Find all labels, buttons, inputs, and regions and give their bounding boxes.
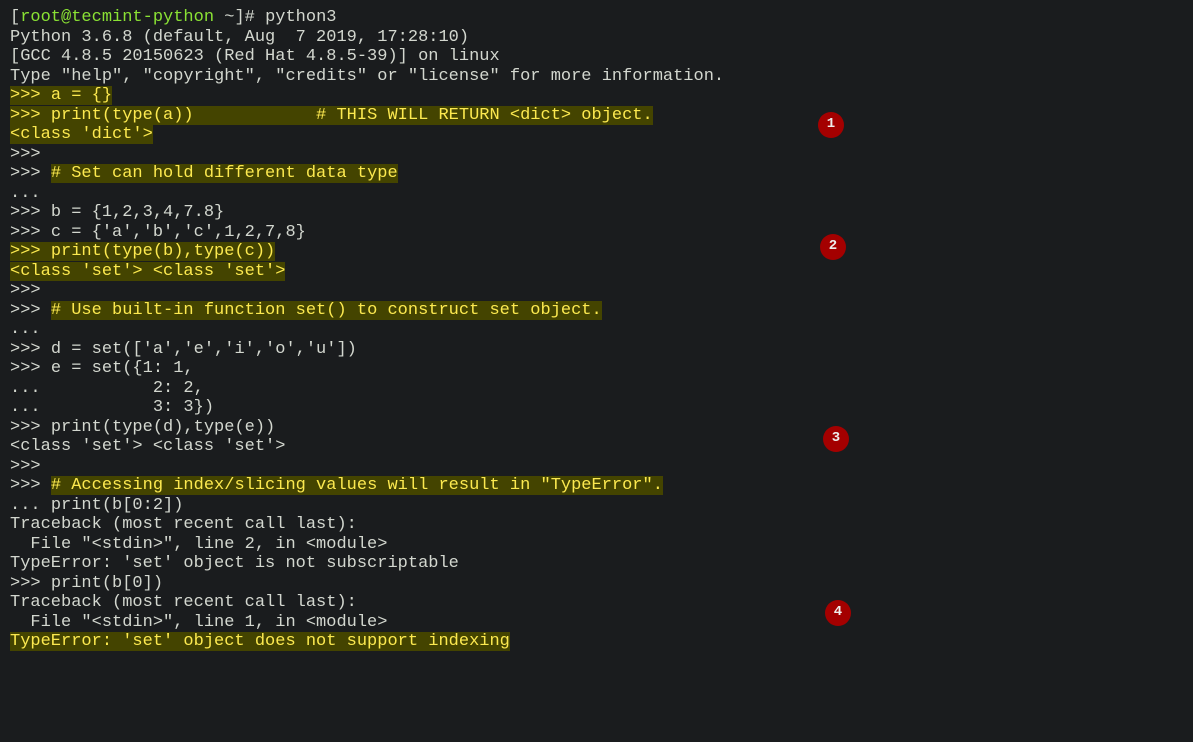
- repl-prompt-cont: ...: [10, 496, 51, 515]
- repl-comment: # Set can hold different data type: [51, 164, 398, 183]
- terminal-line: Type "help", "copyright", "credits" or "…: [10, 67, 1183, 87]
- repl-code: a = {}: [51, 86, 112, 105]
- repl-prompt: >>>: [10, 164, 51, 183]
- annotation-badge-3: 3: [823, 426, 849, 452]
- repl-code: c = {'a','b','c',1,2,7,8}: [51, 223, 306, 242]
- annotation-badge-1: 1: [818, 112, 844, 138]
- repl-code: e = set({1: 1,: [51, 359, 194, 378]
- terminal-line: <class 'dict'>: [10, 125, 1183, 145]
- repl-prompt-cont: ...: [10, 379, 51, 398]
- repl-output: <class 'set'> <class 'set'>: [10, 262, 285, 281]
- repl-error: TypeError: 'set' object does not support…: [10, 632, 510, 651]
- repl-code: b = {1,2,3,4,7.8}: [51, 203, 224, 222]
- terminal-line: <class 'set'> <class 'set'>: [10, 437, 1183, 457]
- repl-comment: # THIS WILL RETURN <dict> object.: [194, 106, 653, 125]
- terminal-line: >>> a = {}: [10, 86, 1183, 106]
- repl-code: 2: 2,: [51, 379, 204, 398]
- terminal-line-prompt: [root@tecmint-python ~]# python3: [10, 8, 1183, 28]
- annotation-badge-4: 4: [825, 600, 851, 626]
- repl-comment: # Use built-in function set() to constru…: [51, 301, 602, 320]
- terminal-line: >>>: [10, 145, 1183, 165]
- repl-prompt: >>>: [10, 301, 51, 320]
- terminal-line: >>>: [10, 281, 1183, 301]
- repl-code: print(b[0]): [51, 574, 163, 593]
- repl-code: 3: 3}): [51, 398, 214, 417]
- repl-prompt: >>>: [10, 203, 51, 222]
- repl-prompt: >>>: [10, 86, 51, 105]
- prompt-path: ~: [224, 8, 234, 27]
- repl-prompt-cont: ...: [10, 398, 51, 417]
- terminal-line: >>> print(type(d),type(e)): [10, 418, 1183, 438]
- terminal-line: Python 3.6.8 (default, Aug 7 2019, 17:28…: [10, 28, 1183, 48]
- prompt-user: root@tecmint-python: [20, 8, 214, 27]
- terminal-line: >>> d = set(['a','e','i','o','u']): [10, 340, 1183, 360]
- terminal-line: TypeError: 'set' object is not subscript…: [10, 554, 1183, 574]
- terminal-line: [GCC 4.8.5 20150623 (Red Hat 4.8.5-39)] …: [10, 47, 1183, 67]
- repl-prompt: >>>: [10, 359, 51, 378]
- terminal-line: >>> e = set({1: 1,: [10, 359, 1183, 379]
- repl-code: print(type(a)): [51, 106, 194, 125]
- terminal-line: TypeError: 'set' object does not support…: [10, 632, 1183, 652]
- annotation-badge-2: 2: [820, 234, 846, 260]
- terminal-line: File "<stdin>", line 2, in <module>: [10, 535, 1183, 555]
- terminal-line: File "<stdin>", line 1, in <module>: [10, 613, 1183, 633]
- terminal-line: >>>: [10, 457, 1183, 477]
- terminal-line: ... 2: 2,: [10, 379, 1183, 399]
- terminal-line: Traceback (most recent call last):: [10, 515, 1183, 535]
- terminal-line: ...: [10, 320, 1183, 340]
- terminal-line: >>> # Use built-in function set() to con…: [10, 301, 1183, 321]
- terminal-line: >>> b = {1,2,3,4,7.8}: [10, 203, 1183, 223]
- terminal-line: >>> # Accessing index/slicing values wil…: [10, 476, 1183, 496]
- repl-code: d = set(['a','e','i','o','u']): [51, 340, 357, 359]
- prompt-suffix: ]#: [234, 8, 265, 27]
- terminal-line: ...: [10, 184, 1183, 204]
- repl-prompt: >>>: [10, 242, 51, 261]
- repl-prompt: >>>: [10, 476, 51, 495]
- terminal-line: ... 3: 3}): [10, 398, 1183, 418]
- repl-prompt: >>>: [10, 418, 51, 437]
- terminal-line: >>> print(type(b),type(c)): [10, 242, 1183, 262]
- repl-prompt: >>>: [10, 223, 51, 242]
- terminal-line: ... print(b[0:2]): [10, 496, 1183, 516]
- terminal-line: <class 'set'> <class 'set'>: [10, 262, 1183, 282]
- repl-code: print(type(b),type(c)): [51, 242, 275, 261]
- repl-prompt: >>>: [10, 340, 51, 359]
- terminal-line: >>> c = {'a','b','c',1,2,7,8}: [10, 223, 1183, 243]
- repl-code: print(b[0:2]): [51, 496, 184, 515]
- repl-prompt: >>>: [10, 574, 51, 593]
- repl-output: <class 'dict'>: [10, 125, 153, 144]
- terminal-line: >>> # Set can hold different data type: [10, 164, 1183, 184]
- terminal-line: Traceback (most recent call last):: [10, 593, 1183, 613]
- terminal-line: >>> print(type(a)) # THIS WILL RETURN <d…: [10, 106, 1183, 126]
- terminal-line: >>> print(b[0]): [10, 574, 1183, 594]
- repl-comment: # Accessing index/slicing values will re…: [51, 476, 663, 495]
- repl-prompt: >>>: [10, 106, 51, 125]
- command: python3: [265, 8, 336, 27]
- repl-code: print(type(d),type(e)): [51, 418, 275, 437]
